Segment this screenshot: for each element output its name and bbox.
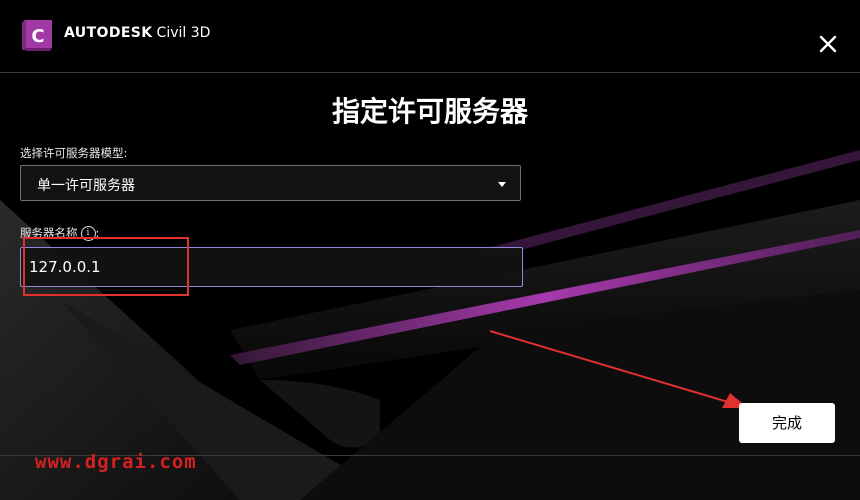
brand-title: AUTODESK Civil 3D [64,25,210,41]
page-title: 指定许可服务器 [331,95,528,128]
license-model-value: 单一许可服务器 [37,178,135,194]
license-model-select[interactable]: 单一许可服务器 [20,165,521,201]
civil3d-logo-icon: C [22,20,52,51]
logo-letter: C [31,26,44,47]
chevron-down-icon [498,182,506,187]
installer-window: C AUTODESK Civil 3D 指定许可服务器 选择许可服务器模型: 单一… [0,0,860,500]
model-label: 选择许可服务器模型: [20,146,128,160]
watermark-text: www.dgrai.com [35,451,197,473]
finish-button[interactable]: 完成 [739,403,835,443]
close-icon[interactable] [815,31,841,57]
header: C AUTODESK Civil 3D [0,0,860,72]
header-divider [0,72,860,73]
brand-name: AUTODESK [64,25,153,41]
annotation-highlight-box [23,237,189,296]
product-name: Civil 3D [156,25,211,41]
